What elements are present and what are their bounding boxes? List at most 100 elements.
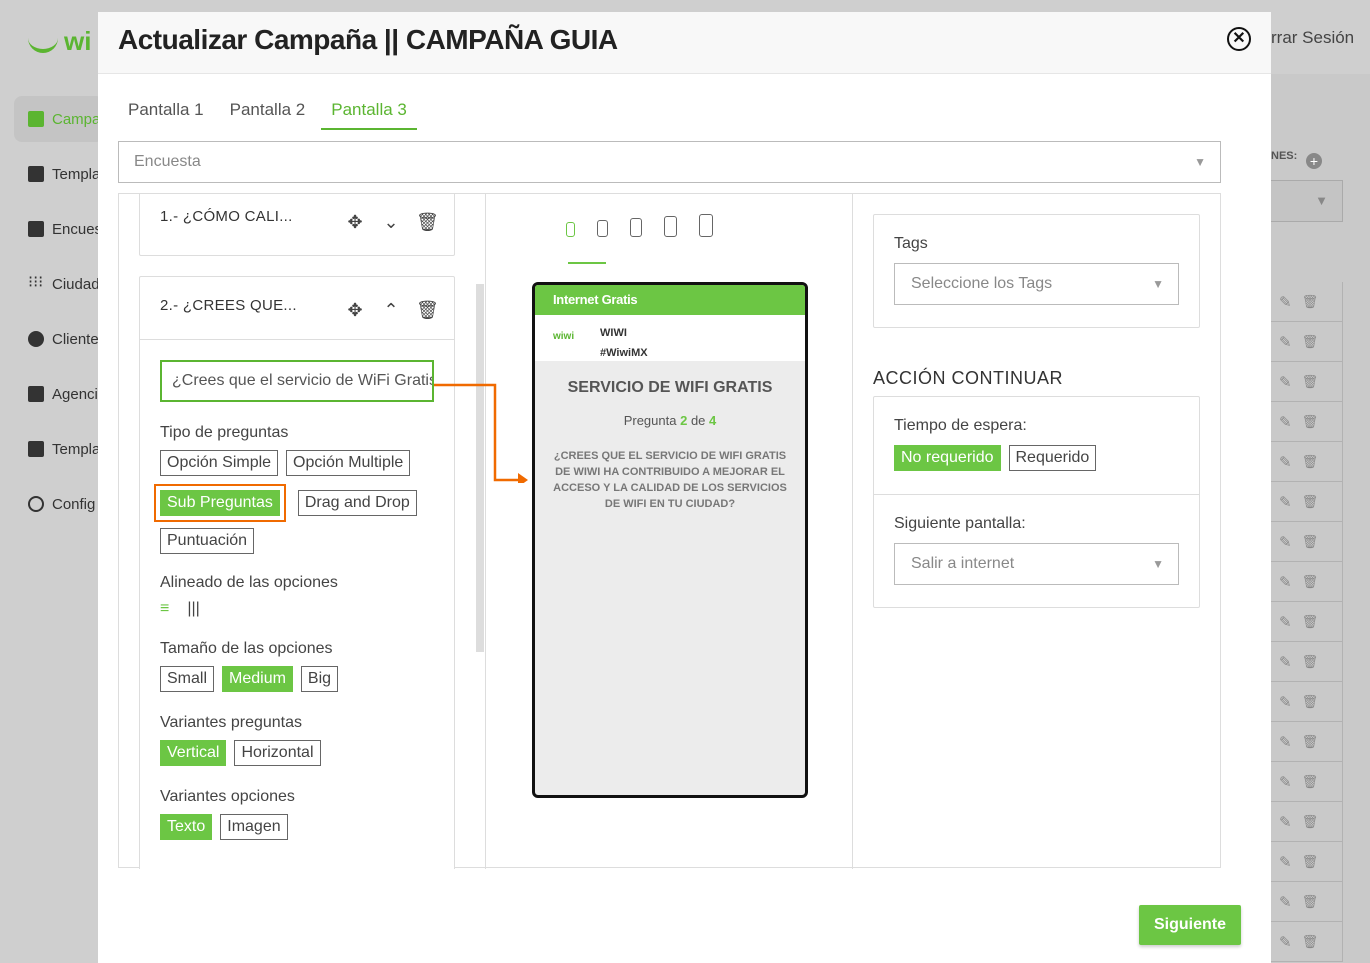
question-header[interactable]: 1.- ¿CÓMO CALI... ✥ ⌄ 🗑 [140, 194, 454, 255]
device-xs-icon[interactable] [566, 222, 575, 237]
align-horizontal-icon[interactable]: ≡ [160, 600, 169, 618]
tipo-options: Opción Simple Opción Multiple Sub Pregun… [154, 450, 450, 554]
trash-icon[interactable]: 🗑 [1302, 894, 1319, 910]
trash-icon[interactable]: 🗑 [1302, 774, 1319, 790]
horizontal-button[interactable]: Horizontal [234, 740, 321, 766]
size-big-button[interactable]: Big [300, 666, 339, 692]
no-requerido-button[interactable]: No requerido [894, 445, 1001, 471]
variantes-preguntas-options: Vertical Horizontal [160, 740, 450, 766]
pencil-icon[interactable]: ✎ [1279, 333, 1292, 351]
accion-card: Tiempo de espera: No requerido Requerido… [873, 396, 1200, 608]
trash-icon[interactable]: 🗑 [1302, 334, 1319, 350]
trash-icon[interactable]: 🗑 [1302, 414, 1319, 430]
puntuacion-button[interactable]: Puntuación [160, 528, 255, 554]
add-icon[interactable]: + [1306, 153, 1322, 169]
move-icon[interactable]: ✥ [344, 299, 366, 321]
caret-down-icon: ▼ [1152, 557, 1164, 571]
trash-icon[interactable]: 🗑 [1302, 934, 1319, 950]
pencil-icon[interactable]: ✎ [1279, 813, 1292, 831]
table-row: ✎ 🗑 [1271, 562, 1343, 602]
pencil-icon[interactable]: ✎ [1279, 693, 1292, 711]
pencil-icon[interactable]: ✎ [1279, 453, 1292, 471]
trash-icon[interactable]: 🗑 [1302, 534, 1319, 550]
siguiente-select[interactable]: Salir a internet ▼ [894, 543, 1179, 585]
question-card-1: 1.- ¿CÓMO CALI... ✥ ⌄ 🗑 [139, 194, 455, 256]
table-header-label: NES: [1271, 150, 1298, 162]
trash-icon[interactable]: 🗑 [416, 211, 439, 233]
close-icon[interactable]: ✕ [1227, 27, 1251, 51]
caret-down-icon: ▼ [1315, 193, 1328, 208]
pencil-icon[interactable]: ✎ [1279, 653, 1292, 671]
pencil-icon[interactable]: ✎ [1279, 493, 1292, 511]
question-card-2: 2.- ¿CREES QUE... ✥ ⌃ 🗑 ¿Crees que el se… [139, 276, 455, 869]
pencil-icon[interactable]: ✎ [1279, 933, 1292, 951]
chevron-down-icon[interactable]: ⌄ [380, 211, 402, 233]
device-lg-icon[interactable] [664, 216, 677, 237]
trash-icon[interactable]: 🗑 [1302, 494, 1319, 510]
size-medium-button[interactable]: Medium [222, 666, 293, 692]
pencil-icon[interactable]: ✎ [1279, 373, 1292, 391]
size-small-button[interactable]: Small [160, 666, 215, 692]
filter-select[interactable]: ▼ [1271, 180, 1343, 222]
device-md-icon[interactable] [630, 218, 642, 237]
tab-pantalla-2[interactable]: Pantalla 2 [220, 88, 316, 130]
pencil-icon[interactable]: ✎ [1279, 613, 1292, 631]
trash-icon[interactable]: 🗑 [1302, 694, 1319, 710]
sub-preguntas-button[interactable]: Sub Preguntas [154, 484, 286, 522]
sidebar-item-encuestas[interactable]: Encues [14, 206, 104, 252]
preview-column: Internet Gratis wiwi WIWI #WiwiMX SERVICI… [486, 194, 853, 869]
screen-tabs: Pantalla 1 Pantalla 2 Pantalla 3 [118, 88, 423, 130]
trash-icon[interactable]: 🗑 [1302, 574, 1319, 590]
imagen-button[interactable]: Imagen [220, 814, 288, 840]
pencil-icon[interactable]: ✎ [1279, 773, 1292, 791]
sidebar-item-config[interactable]: Config [14, 481, 104, 527]
pencil-icon[interactable]: ✎ [1279, 573, 1292, 591]
sidebar-item-label: Cliente [52, 330, 99, 348]
device-sm-icon[interactable] [597, 220, 608, 237]
trash-icon[interactable]: 🗑 [1302, 734, 1319, 750]
opcion-multiple-button[interactable]: Opción Multiple [286, 450, 411, 476]
template-icon [28, 166, 44, 182]
device-active-indicator [568, 262, 606, 264]
trash-icon[interactable]: 🗑 [1302, 374, 1319, 390]
question-text-input[interactable]: ¿Crees que el servicio de WiFi Gratis [160, 360, 434, 402]
tab-pantalla-1[interactable]: Pantalla 1 [118, 88, 214, 130]
drag-and-drop-button[interactable]: Drag and Drop [297, 490, 417, 516]
sidebar-item-templates[interactable]: Templa [14, 151, 104, 197]
preview-brand-text: WIWI #WiwiMX [600, 323, 648, 363]
tags-select[interactable]: Seleccione los Tags ▼ [894, 263, 1179, 305]
pencil-icon[interactable]: ✎ [1279, 533, 1292, 551]
sidebar-item-campanas[interactable]: Campa [14, 96, 104, 142]
trash-icon[interactable]: 🗑 [1302, 854, 1319, 870]
pencil-icon[interactable]: ✎ [1279, 733, 1292, 751]
pencil-icon[interactable]: ✎ [1279, 293, 1292, 311]
pencil-icon[interactable]: ✎ [1279, 853, 1292, 871]
sidebar-item-agencias[interactable]: Agenci [14, 371, 104, 417]
vertical-button[interactable]: Vertical [160, 740, 227, 766]
sidebar-item-templates-2[interactable]: Templa [14, 426, 104, 472]
requerido-button[interactable]: Requerido [1008, 445, 1097, 471]
pencil-icon[interactable]: ✎ [1279, 893, 1292, 911]
trash-icon[interactable]: 🗑 [1302, 814, 1319, 830]
screen-type-select[interactable]: Encuesta ▼ [118, 141, 1221, 183]
sidebar-item-clientes[interactable]: Cliente [14, 316, 104, 362]
trash-icon[interactable]: 🗑 [1302, 654, 1319, 670]
siguiente-button[interactable]: Siguiente [1139, 905, 1241, 945]
device-xl-icon[interactable] [699, 214, 713, 237]
count-mid: de [690, 413, 706, 428]
pencil-icon[interactable]: ✎ [1279, 413, 1292, 431]
question-header[interactable]: 2.- ¿CREES QUE... ✥ ⌃ 🗑 [140, 277, 454, 339]
chevron-up-icon[interactable]: ⌃ [380, 299, 402, 321]
trash-icon[interactable]: 🗑 [416, 299, 439, 321]
logout-link[interactable]: rrar Sesión [1271, 28, 1354, 48]
move-icon[interactable]: ✥ [344, 211, 366, 233]
sidebar-item-label: Campa [52, 110, 101, 128]
trash-icon[interactable]: 🗑 [1302, 614, 1319, 630]
align-vertical-icon[interactable]: ||| [187, 600, 199, 618]
opcion-simple-button[interactable]: Opción Simple [160, 450, 279, 476]
sidebar-item-ciudades[interactable]: ⁝⁝⁝ Ciudad [14, 261, 104, 307]
texto-button[interactable]: Texto [160, 814, 213, 840]
trash-icon[interactable]: 🗑 [1302, 294, 1319, 310]
trash-icon[interactable]: 🗑 [1302, 454, 1319, 470]
tab-pantalla-3[interactable]: Pantalla 3 [321, 88, 417, 130]
